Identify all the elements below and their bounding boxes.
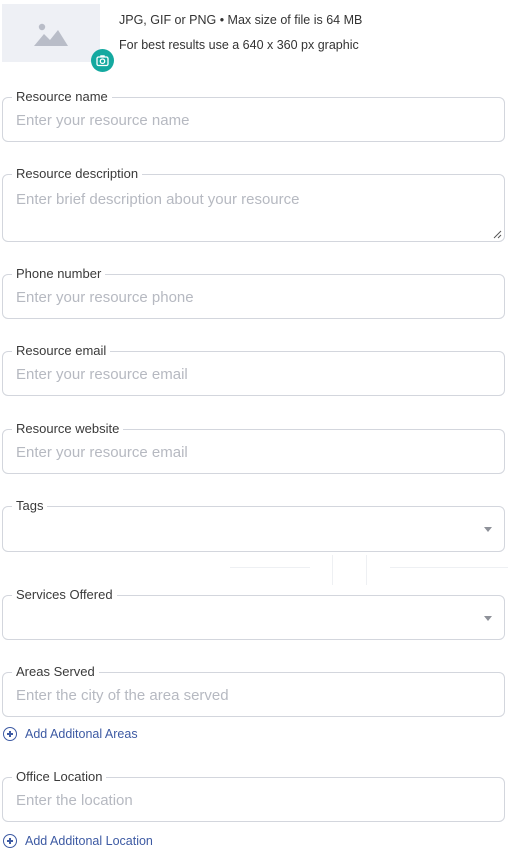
areas-served-field: Areas Served — [2, 664, 505, 717]
chevron-down-icon[interactable] — [484, 527, 492, 532]
resource-website-field: Resource website — [2, 421, 505, 474]
resource-email-label: Resource email — [12, 343, 111, 359]
camera-upload-button[interactable] — [91, 49, 114, 72]
add-additional-location-label: Add Additonal Location — [25, 834, 153, 848]
resource-website-label: Resource website — [12, 421, 124, 437]
resource-email-field: Resource email — [2, 343, 505, 396]
upload-size-hint: For best results use a 640 x 360 px grap… — [119, 38, 359, 52]
phone-number-input[interactable] — [16, 289, 486, 306]
resource-name-label: Resource name — [12, 89, 112, 105]
add-additional-areas-link[interactable]: Add Additonal Areas — [3, 727, 138, 741]
resource-description-label: Resource description — [12, 166, 143, 182]
image-thumbnail[interactable] — [2, 4, 100, 62]
resource-website-input[interactable] — [16, 444, 486, 461]
phone-number-label: Phone number — [12, 266, 106, 282]
add-additional-areas-label: Add Additonal Areas — [25, 727, 138, 741]
services-offered-select[interactable]: Services Offered — [2, 587, 505, 640]
office-location-input[interactable] — [16, 792, 486, 809]
resource-description-field: Resource description — [2, 166, 505, 242]
areas-served-label: Areas Served — [12, 664, 99, 680]
image-placeholder-icon — [34, 23, 68, 46]
office-location-label: Office Location — [12, 769, 107, 785]
chevron-down-icon[interactable] — [484, 616, 492, 621]
resource-description-textarea[interactable] — [16, 191, 486, 231]
tags-select[interactable]: Tags — [2, 498, 505, 552]
image-upload-section: JPG, GIF or PNG • Max size of file is 64… — [2, 4, 502, 72]
services-offered-label: Services Offered — [12, 587, 117, 603]
add-additional-location-link[interactable]: Add Additonal Location — [3, 834, 153, 848]
areas-served-input[interactable] — [16, 687, 486, 704]
camera-icon — [96, 55, 109, 67]
phone-number-field: Phone number — [2, 266, 505, 319]
plus-circle-icon — [3, 727, 17, 741]
office-location-field: Office Location — [2, 769, 505, 822]
resize-handle-icon[interactable] — [493, 230, 502, 239]
resource-name-field: Resource name — [2, 89, 505, 142]
tags-label: Tags — [12, 498, 48, 514]
resource-email-input[interactable] — [16, 366, 486, 383]
resource-name-input[interactable] — [16, 112, 486, 129]
divider — [230, 555, 508, 585]
plus-circle-icon — [3, 834, 17, 848]
upload-format-hint: JPG, GIF or PNG • Max size of file is 64… — [119, 13, 363, 27]
